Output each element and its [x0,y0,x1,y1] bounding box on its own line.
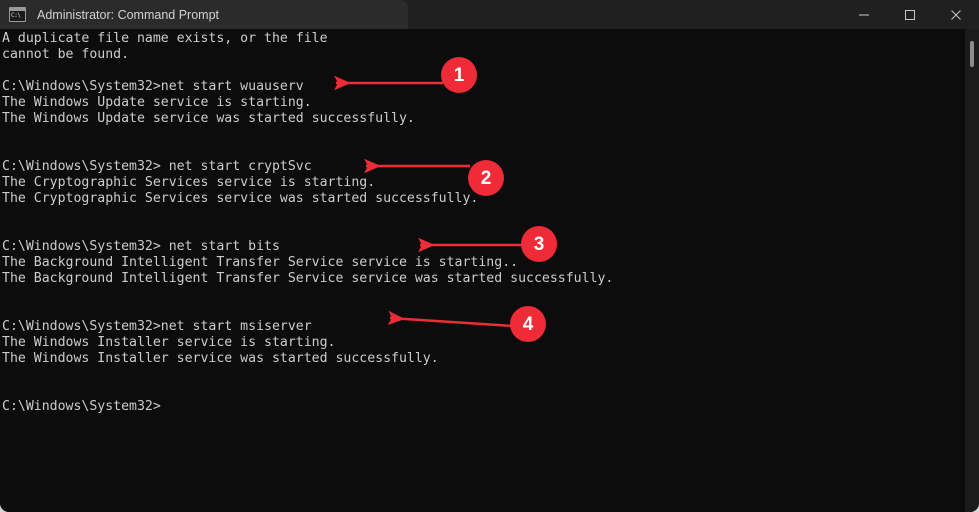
window-title: Administrator: Command Prompt [37,7,220,22]
vertical-scrollbar[interactable] [965,29,979,512]
screenshot-root: C:\ Administrator: Command Prompt A dupl… [0,0,979,512]
maximize-icon [904,9,916,21]
command-prompt-icon-text: C:\ [11,12,21,19]
console-text: A duplicate file name exists, or the fil… [2,31,614,414]
window-controls [841,0,979,29]
minimize-icon [858,9,870,21]
console-output-area[interactable]: A duplicate file name exists, or the fil… [0,29,979,512]
tab-strip: C:\ Administrator: Command Prompt [0,0,408,29]
minimize-button[interactable] [841,0,887,29]
command-prompt-icon: C:\ [9,7,26,22]
maximize-button[interactable] [887,0,933,29]
command-prompt-window: C:\ Administrator: Command Prompt A dupl… [0,0,979,512]
scrollbar-thumb[interactable] [970,41,974,67]
close-button[interactable] [933,0,979,29]
close-icon [950,9,962,21]
tab-command-prompt[interactable]: C:\ Administrator: Command Prompt [0,0,402,29]
window-titlebar[interactable]: C:\ Administrator: Command Prompt [0,0,979,29]
